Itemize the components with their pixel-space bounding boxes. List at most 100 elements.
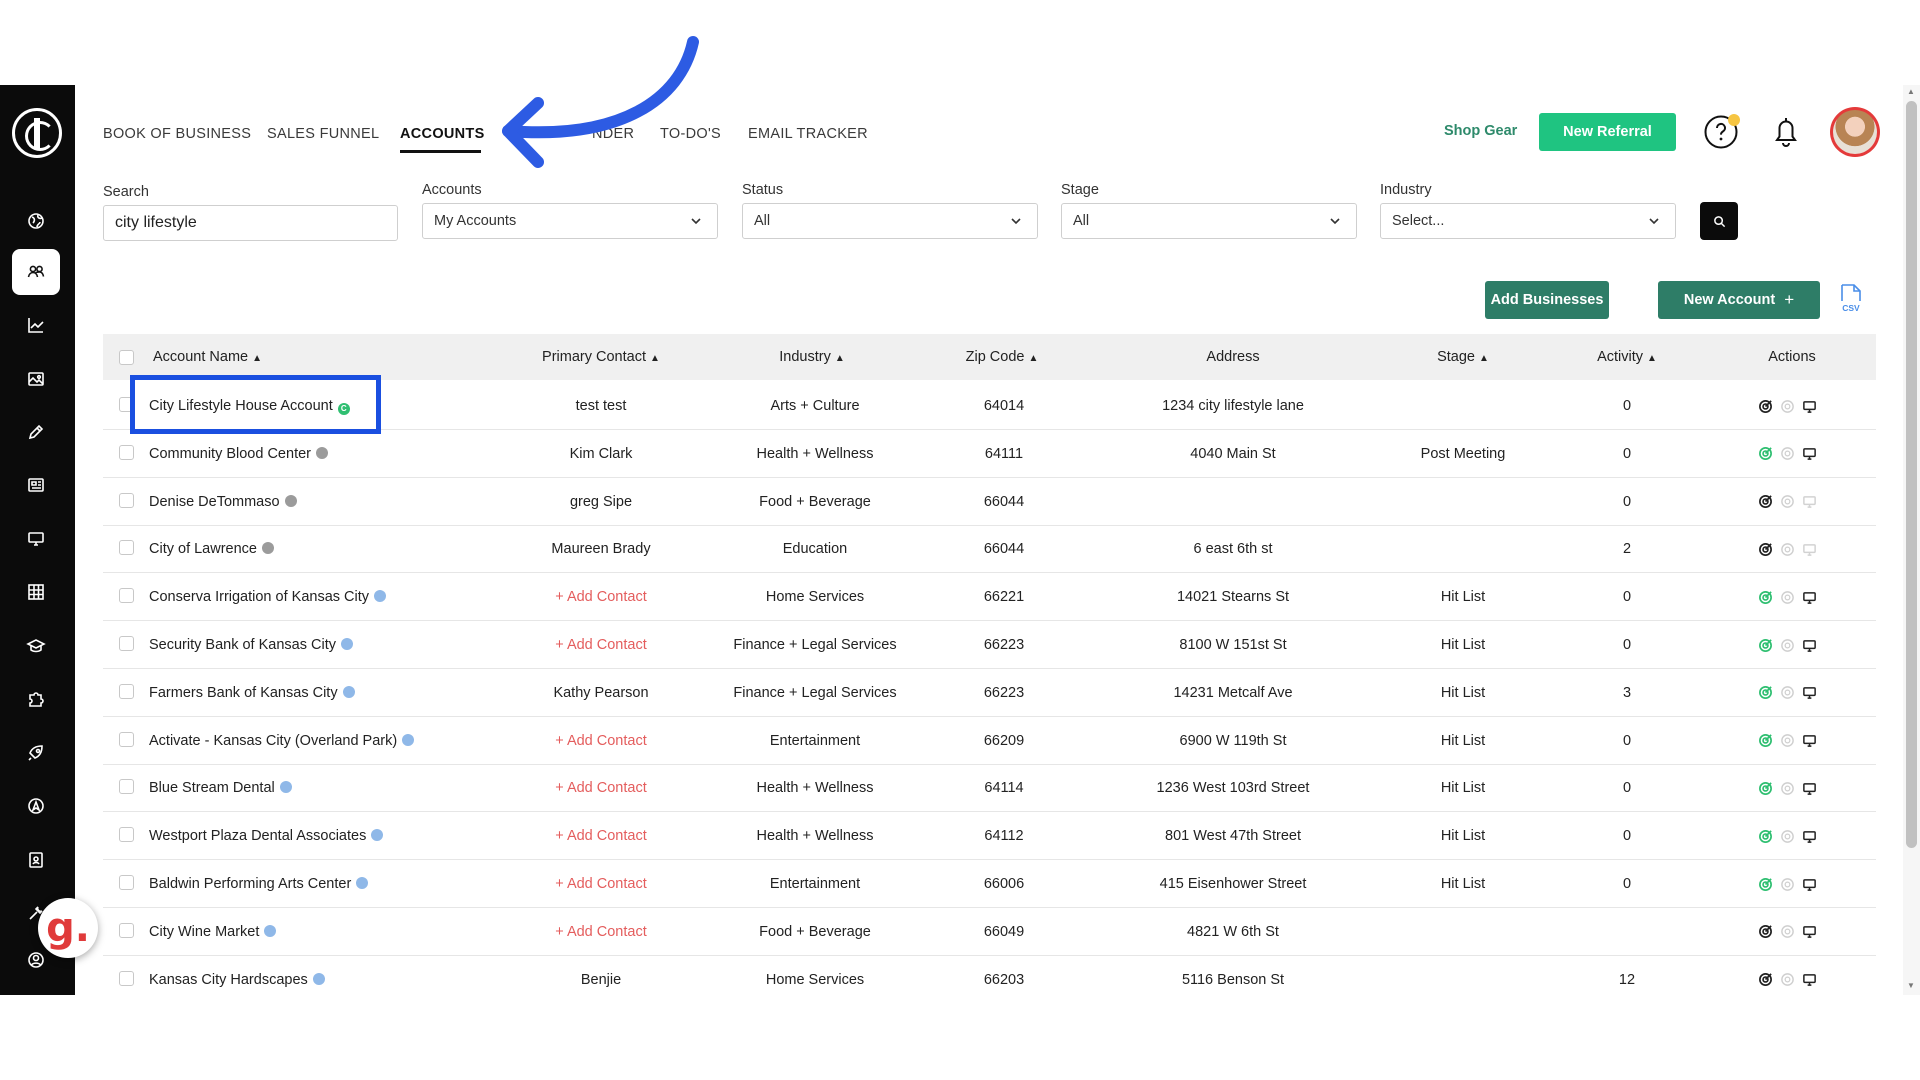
row-checkbox[interactable]	[119, 922, 134, 938]
row-checkbox[interactable]	[119, 492, 134, 508]
col-zip-code[interactable]: Zip Code ▲	[966, 334, 1039, 380]
primary-contact[interactable]: Kathy Pearson	[553, 669, 648, 717]
target-action-icon[interactable]	[1758, 781, 1773, 796]
row-checkbox[interactable]	[119, 683, 134, 699]
target-action-icon[interactable]	[1758, 542, 1773, 557]
row-checkbox[interactable]	[119, 731, 134, 747]
table-row[interactable]: City Wine Market + Add Contact Food + Beve…	[103, 908, 1876, 956]
add-contact-link[interactable]: + Add Contact	[555, 621, 647, 669]
target-action-icon[interactable]	[1758, 924, 1773, 939]
industry-select[interactable]: Select...	[1380, 203, 1676, 239]
image-icon[interactable]	[12, 356, 60, 402]
target-action-icon[interactable]	[1758, 972, 1773, 987]
present-action-icon[interactable]	[1802, 924, 1817, 939]
present-action-icon[interactable]	[1802, 781, 1817, 796]
new-account-button[interactable]: New Account +	[1658, 281, 1820, 319]
table-row[interactable]: Farmers Bank of Kansas City Kathy Pearson…	[103, 669, 1876, 717]
compass-icon[interactable]	[12, 783, 60, 829]
target-action-icon[interactable]	[1758, 446, 1773, 461]
col-activity[interactable]: Activity ▲	[1597, 334, 1657, 380]
logo-icon[interactable]	[12, 108, 62, 158]
target-action-icon[interactable]	[1758, 733, 1773, 748]
col-stage[interactable]: Stage ▲	[1437, 334, 1489, 380]
account-name-link[interactable]: Baldwin Performing Arts Center	[149, 860, 369, 908]
primary-contact[interactable]: greg Sipe	[570, 478, 632, 526]
target-action-icon[interactable]	[1758, 399, 1773, 414]
add-businesses-button[interactable]: Add Businesses	[1485, 281, 1609, 319]
table-row[interactable]: Activate - Kansas City (Overland Park) + …	[103, 717, 1876, 765]
users-icon[interactable]	[12, 249, 60, 295]
puzzle-icon[interactable]	[12, 676, 60, 722]
target-action-icon[interactable]	[1758, 590, 1773, 605]
rocket-icon[interactable]	[12, 730, 60, 776]
target-action-icon[interactable]	[1758, 829, 1773, 844]
col-primary-contact[interactable]: Primary Contact ▲	[542, 334, 660, 380]
row-checkbox[interactable]	[119, 827, 134, 843]
present-action-icon[interactable]	[1802, 829, 1817, 844]
table-row[interactable]: Blue Stream Dental + Add Contact Health + …	[103, 764, 1876, 813]
new-referral-button[interactable]: New Referral	[1539, 113, 1676, 151]
grid-icon[interactable]	[12, 569, 60, 615]
scrollbar-thumb[interactable]	[1906, 101, 1917, 848]
account-name-link[interactable]: City Wine Market	[149, 908, 277, 956]
add-contact-link[interactable]: + Add Contact	[555, 717, 647, 765]
row-checkbox[interactable]	[119, 875, 134, 890]
primary-contact[interactable]: Kim Clark	[570, 430, 633, 478]
guidde-logo-icon[interactable]: g.	[38, 898, 98, 958]
pencil-icon[interactable]	[12, 409, 60, 455]
primary-contact[interactable]: Benjie	[581, 956, 621, 995]
globe-icon[interactable]	[12, 198, 60, 244]
account-name-link[interactable]: Conserva Irrigation of Kansas City	[149, 573, 387, 621]
target-action-icon[interactable]	[1758, 494, 1773, 509]
add-contact-link[interactable]: + Add Contact	[555, 812, 647, 860]
graduation-cap-icon[interactable]	[12, 623, 60, 669]
accounts-select[interactable]: My Accounts	[422, 203, 718, 239]
table-row[interactable]: City of Lawrence Maureen Brady Education 66…	[103, 525, 1876, 574]
status-action-icon[interactable]	[1780, 924, 1795, 939]
row-checkbox[interactable]	[119, 588, 134, 604]
shop-gear-link[interactable]: Shop Gear	[1444, 123, 1517, 139]
account-name-link[interactable]: Denise DeTommaso	[149, 478, 297, 526]
contact-card-icon[interactable]	[12, 837, 60, 883]
present-action-icon[interactable]	[1802, 494, 1817, 509]
primary-contact[interactable]: Maureen Brady	[551, 525, 650, 573]
select-all-checkbox[interactable]	[119, 350, 134, 365]
table-row[interactable]: Security Bank of Kansas City + Add Contac…	[103, 621, 1876, 669]
account-name-link[interactable]: Westport Plaza Dental Associates	[149, 812, 384, 860]
status-action-icon[interactable]	[1780, 542, 1795, 557]
bell-icon[interactable]	[1768, 113, 1804, 151]
account-name-link[interactable]: Farmers Bank of Kansas City	[149, 669, 355, 717]
account-name-link[interactable]: Blue Stream Dental	[149, 764, 292, 812]
table-row[interactable]: Kansas City Hardscapes Benjie Home Service…	[103, 956, 1876, 995]
row-checkbox[interactable]	[119, 444, 134, 460]
tab-sales-funnel[interactable]: SALES FUNNEL	[267, 126, 379, 142]
table-row[interactable]: Baldwin Performing Arts Center + Add Cont…	[103, 860, 1876, 908]
account-name-link[interactable]: Security Bank of Kansas City	[149, 621, 353, 669]
csv-export-icon[interactable]: CSV	[1838, 283, 1864, 313]
avatar[interactable]	[1830, 107, 1880, 157]
present-action-icon[interactable]	[1802, 733, 1817, 748]
account-name-link[interactable]: City of Lawrence	[149, 525, 274, 573]
search-button[interactable]	[1700, 202, 1738, 240]
status-action-icon[interactable]	[1780, 733, 1795, 748]
scroll-down-arrow[interactable]: ▼	[1907, 981, 1915, 990]
status-action-icon[interactable]	[1780, 685, 1795, 700]
stage-select[interactable]: All	[1061, 203, 1357, 239]
add-contact-link[interactable]: + Add Contact	[555, 908, 647, 956]
add-contact-link[interactable]: + Add Contact	[555, 860, 647, 908]
status-action-icon[interactable]	[1780, 590, 1795, 605]
table-row[interactable]: Westport Plaza Dental Associates + Add Co…	[103, 812, 1876, 861]
present-action-icon[interactable]	[1802, 877, 1817, 892]
row-checkbox[interactable]	[119, 970, 134, 986]
status-action-icon[interactable]	[1780, 446, 1795, 461]
row-checkbox[interactable]	[119, 540, 134, 556]
target-action-icon[interactable]	[1758, 638, 1773, 653]
row-checkbox[interactable]	[119, 779, 134, 795]
monitor-icon[interactable]	[12, 516, 60, 562]
tab-book-of-business[interactable]: BOOK OF BUSINESS	[103, 126, 251, 142]
status-select[interactable]: All	[742, 203, 1038, 239]
status-action-icon[interactable]	[1780, 829, 1795, 844]
status-action-icon[interactable]	[1780, 494, 1795, 509]
add-contact-link[interactable]: + Add Contact	[555, 764, 647, 812]
tab-accounts[interactable]: ACCOUNTS	[400, 126, 485, 142]
